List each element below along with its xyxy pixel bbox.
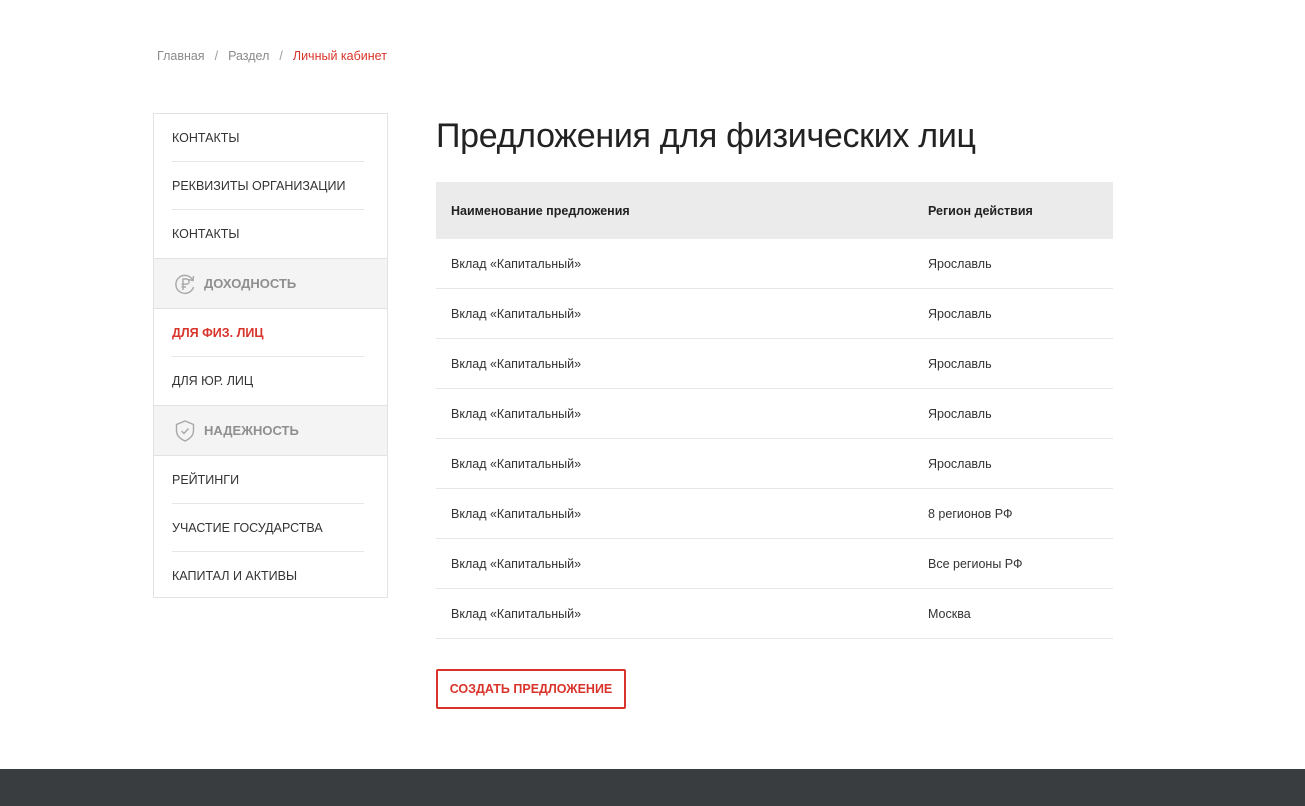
sidebar-group-label: ДОХОДНОСТЬ [204, 276, 297, 291]
offer-name-cell: Вклад «Капитальный» [451, 506, 582, 521]
region-cell: Ярославль [928, 456, 992, 471]
column-header-offer-name: Наименование предложения [451, 203, 630, 218]
sidebar-menu: КОНТАКТЫ РЕКВИЗИТЫ ОРГАНИЗАЦИИ КОНТАКТЫ … [153, 113, 388, 598]
offers-table: Наименование предложения Регион действия… [436, 182, 1113, 639]
offer-name-cell: Вклад «Капитальный» [451, 256, 582, 271]
column-header-region: Регион действия [928, 203, 1033, 218]
table-row[interactable]: Вклад «Капитальный» 8 регионов РФ [436, 489, 1113, 539]
table-row[interactable]: Вклад «Капитальный» Москва [436, 589, 1113, 639]
offer-name-cell: Вклад «Капитальный» [451, 606, 582, 621]
table-header: Наименование предложения Регион действия [436, 182, 1113, 239]
region-cell: Все регионы РФ [928, 556, 1023, 571]
sidebar-group-label: НАДЕЖНОСТЬ [204, 423, 299, 438]
sidebar-item-contacts[interactable]: КОНТАКТЫ [154, 114, 387, 162]
table-row[interactable]: Вклад «Капитальный» Ярославль [436, 389, 1113, 439]
shield-check-icon [172, 418, 198, 444]
region-cell: Ярославль [928, 406, 992, 421]
main-content: Предложения для физических лиц [436, 113, 1113, 157]
offer-name-cell: Вклад «Капитальный» [451, 456, 582, 471]
region-cell: Ярославль [928, 356, 992, 371]
table-row[interactable]: Вклад «Капитальный» Все регионы РФ [436, 539, 1113, 589]
breadcrumb-section-link[interactable]: Раздел [228, 49, 269, 63]
create-offer-button[interactable]: СОЗДАТЬ ПРЕДЛОЖЕНИЕ [436, 669, 626, 709]
offer-name-cell: Вклад «Капитальный» [451, 406, 582, 421]
sidebar-item-contacts-2[interactable]: КОНТАКТЫ [154, 210, 387, 258]
ruble-refresh-icon [172, 271, 198, 297]
sidebar-item-requisites[interactable]: РЕКВИЗИТЫ ОРГАНИЗАЦИИ [154, 162, 387, 210]
sidebar-item-ratings[interactable]: РЕЙТИНГИ [154, 456, 387, 504]
page-title: Предложения для физических лиц [436, 117, 976, 155]
page-footer [0, 769, 1305, 806]
region-cell: 8 регионов РФ [928, 506, 1013, 521]
table-row[interactable]: Вклад «Капитальный» Ярославль [436, 439, 1113, 489]
region-cell: Ярославль [928, 256, 992, 271]
region-cell: Ярославль [928, 306, 992, 321]
sidebar-item-legal-entities[interactable]: ДЛЯ ЮР. ЛИЦ [154, 357, 387, 405]
sidebar-item-state-participation[interactable]: УЧАСТИЕ ГОСУДАРСТВА [154, 504, 387, 552]
region-cell: Москва [928, 606, 971, 621]
sidebar-group-profitability[interactable]: ДОХОДНОСТЬ [154, 258, 387, 309]
breadcrumb-current: Личный кабинет [292, 49, 387, 63]
table-row[interactable]: Вклад «Капитальный» Ярославль [436, 289, 1113, 339]
breadcrumb: Главная / Раздел / Личный кабинет [157, 49, 387, 63]
table-row[interactable]: Вклад «Капитальный» Ярославль [436, 339, 1113, 389]
sidebar-group-reliability[interactable]: НАДЕЖНОСТЬ [154, 405, 387, 456]
table-row[interactable]: Вклад «Капитальный» Ярославль [436, 239, 1113, 289]
sidebar-item-capital-assets[interactable]: КАПИТАЛ И АКТИВЫ [154, 552, 387, 600]
offer-name-cell: Вклад «Капитальный» [451, 556, 582, 571]
offer-name-cell: Вклад «Капитальный» [451, 356, 582, 371]
breadcrumb-home-link[interactable]: Главная [157, 49, 205, 63]
offer-name-cell: Вклад «Капитальный» [451, 306, 582, 321]
breadcrumb-separator: / [214, 49, 219, 63]
breadcrumb-separator: / [279, 49, 283, 63]
sidebar-item-individuals[interactable]: ДЛЯ ФИЗ. ЛИЦ [154, 309, 387, 357]
